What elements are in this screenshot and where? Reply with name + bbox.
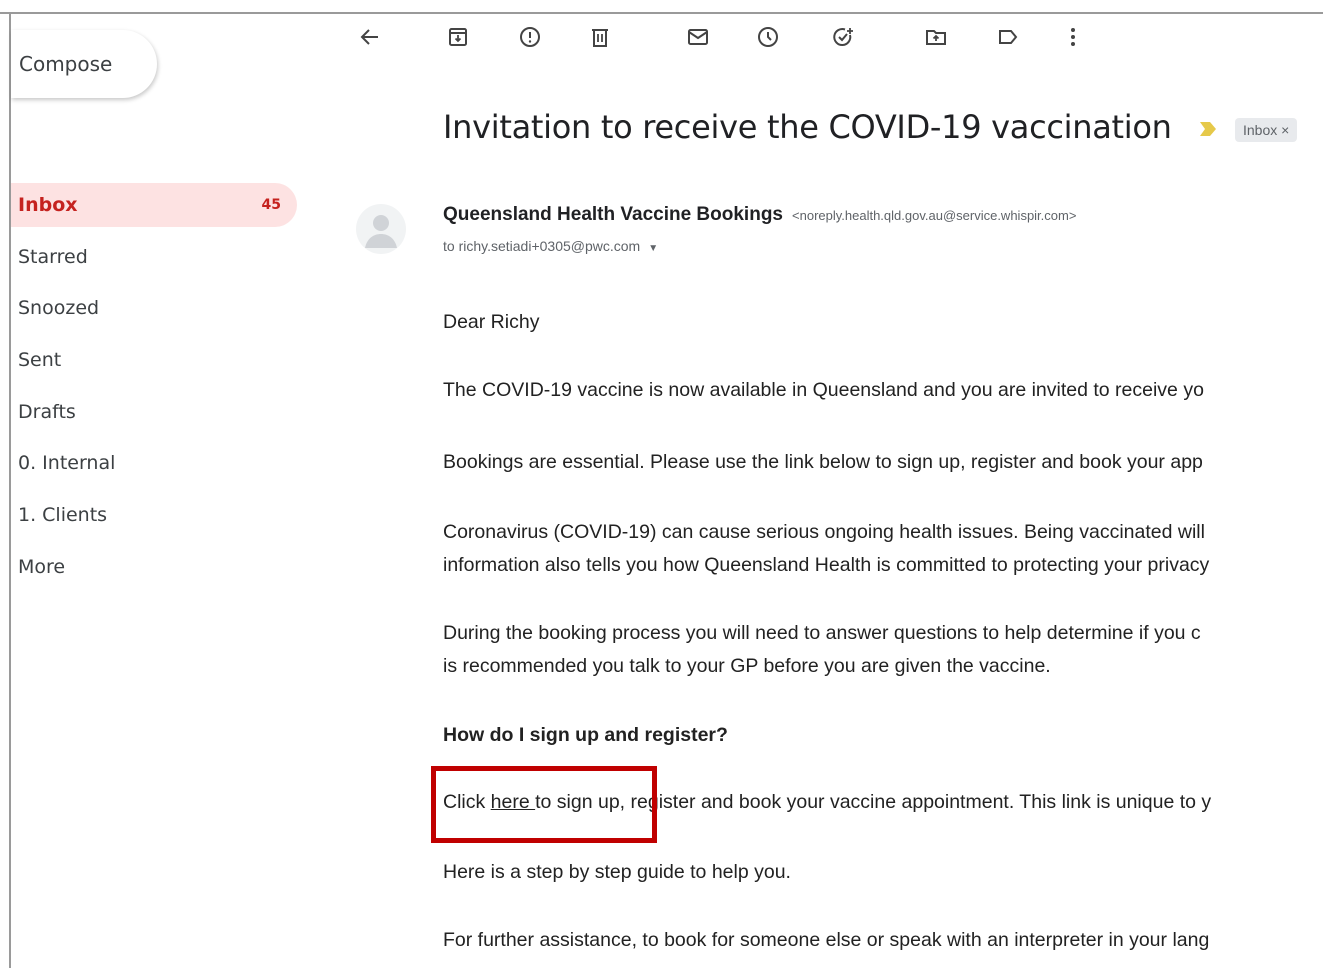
body-paragraph: Coronavirus (COVID-19) can cause serious… (443, 521, 1205, 543)
back-arrow-icon[interactable] (355, 22, 385, 52)
sender-name: Queensland Health Vaccine Bookings (443, 204, 783, 225)
sidebar-item-internal[interactable]: 0. Internal (11, 441, 297, 485)
sidebar-item-label: 0. Internal (18, 452, 116, 475)
annotation-highlight-box (431, 766, 657, 843)
body-paragraph: is recommended you talk to your GP befor… (443, 655, 1051, 677)
sidebar-item-starred[interactable]: Starred (11, 235, 297, 279)
body-paragraph: information also tells you how Queenslan… (443, 554, 1210, 576)
sidebar-item-label: Inbox (18, 194, 78, 216)
sidebar-item-more[interactable]: More (11, 545, 297, 589)
recipient-text: to richy.setiadi+0305@pwc.com (443, 238, 641, 254)
sidebar-item-label: Drafts (18, 400, 76, 423)
sender-line: Queensland Health Vaccine Bookings <nore… (443, 204, 1076, 226)
importance-marker-icon[interactable] (1200, 122, 1216, 136)
sidebar-item-label: More (18, 555, 66, 578)
unread-count-badge: 45 (261, 197, 281, 213)
person-icon (365, 215, 397, 248)
label-icon[interactable] (993, 22, 1023, 52)
add-task-icon[interactable] (828, 22, 858, 52)
body-paragraph: Bookings are essential. Please use the l… (443, 451, 1203, 473)
sidebar-item-label: Snoozed (18, 297, 100, 320)
sidebar-item-drafts[interactable]: Drafts (11, 390, 297, 434)
window-top-border (0, 12, 1323, 14)
move-to-icon[interactable] (921, 22, 951, 52)
compose-button[interactable]: Compose (11, 30, 157, 98)
inbox-label-chip[interactable]: Inbox × (1235, 118, 1298, 142)
delete-icon[interactable] (585, 22, 615, 52)
body-paragraph: For further assistance, to book for some… (443, 929, 1210, 951)
avatar (356, 204, 406, 254)
sidebar-item-inbox[interactable]: Inbox 45 (11, 183, 297, 227)
greeting: Dear Richy (443, 311, 540, 333)
body-paragraph: The COVID-19 vaccine is now available in… (443, 379, 1204, 401)
more-vert-icon[interactable] (1058, 22, 1088, 52)
body-paragraph: During the booking process you will need… (443, 622, 1201, 644)
chevron-down-icon[interactable]: ▼ (648, 243, 658, 254)
recipient-line[interactable]: to richy.setiadi+0305@pwc.com ▼ (443, 238, 658, 254)
email-subject: Invitation to receive the COVID-19 vacci… (443, 108, 1172, 146)
sidebar-nav: Inbox 45 Starred Snoozed Sent Drafts 0. … (11, 183, 297, 597)
mark-unread-icon[interactable] (683, 22, 713, 52)
report-spam-icon[interactable] (515, 22, 545, 52)
sidebar-item-label: Sent (18, 349, 62, 372)
archive-icon[interactable] (443, 22, 473, 52)
body-paragraph: Here is a step by step guide to help you… (443, 861, 791, 883)
body-heading: How do I sign up and register? (443, 724, 728, 746)
sidebar-item-sent[interactable]: Sent (11, 338, 297, 382)
snooze-icon[interactable] (753, 22, 783, 52)
sender-email: <noreply.health.qld.gov.au@service.whisp… (792, 208, 1077, 223)
sidebar-item-label: 1. Clients (18, 504, 108, 527)
sidebar-item-clients[interactable]: 1. Clients (11, 493, 297, 537)
sidebar-item-snoozed[interactable]: Snoozed (11, 286, 297, 330)
sidebar-item-label: Starred (18, 245, 88, 268)
